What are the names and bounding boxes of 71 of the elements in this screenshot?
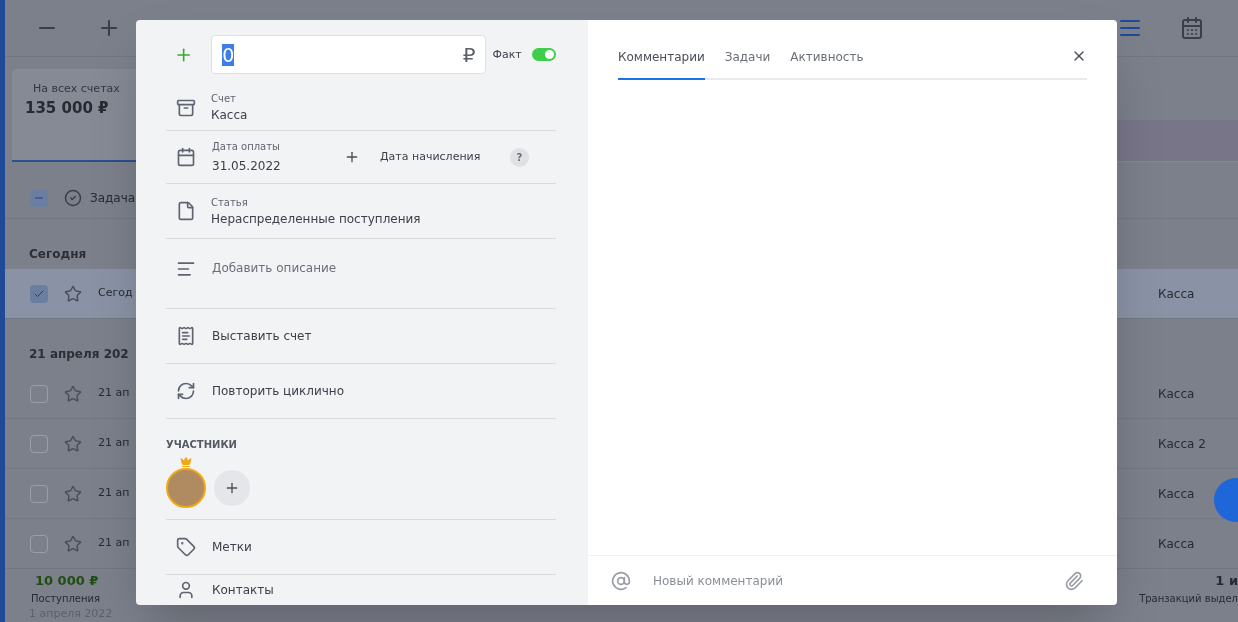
tab[interactable]: Комментарии — [618, 48, 705, 80]
field-label: Дата оплаты — [212, 140, 281, 154]
add-participant-button[interactable] — [214, 469, 250, 506]
star-icon[interactable] — [64, 534, 82, 553]
tab[interactable]: Задачи — [724, 48, 771, 80]
calendar-icon — [176, 147, 196, 167]
description-field[interactable]: Добавить описание — [212, 259, 556, 278]
plus-icon[interactable] — [344, 149, 360, 165]
balance-label: На всех счетах — [33, 80, 121, 97]
field-value: Нераспределенные поступления — [211, 210, 421, 228]
account-cell-text: Касса 2 — [1158, 435, 1207, 453]
help-button[interactable]: ? — [510, 147, 529, 167]
check-circle-icon — [64, 189, 82, 208]
row-text: Сегод — [98, 285, 133, 302]
checkbox[interactable] — [30, 384, 48, 403]
amount-field[interactable]: 0 ₽ — [211, 35, 487, 75]
account-cell-text: Касса — [1158, 285, 1196, 303]
tag-icon — [176, 537, 196, 558]
star-icon[interactable] — [64, 434, 82, 453]
mention-icon[interactable] — [611, 570, 631, 591]
accrual-date-button[interactable]: Дата начисления — [380, 148, 510, 166]
select-all-checkbox[interactable] — [30, 189, 48, 208]
income-label: Поступления — [31, 591, 101, 606]
amount-value[interactable]: 0 — [222, 43, 235, 66]
field-value: Касса — [211, 107, 248, 125]
action-link[interactable]: Метки — [212, 538, 252, 557]
comment-field[interactable]: Новый комментарий — [653, 571, 1064, 590]
group-title: Сегодня — [28, 246, 88, 263]
fact-toggle[interactable] — [531, 48, 556, 62]
fact-label: Факт — [492, 46, 522, 63]
receipt-icon — [176, 325, 196, 346]
cash-register-icon — [176, 97, 196, 118]
account-cell-text: Касса — [1158, 535, 1196, 553]
paperclip-icon[interactable] — [1064, 570, 1084, 591]
refresh-icon — [176, 380, 196, 401]
calendar-icon[interactable] — [1180, 15, 1204, 40]
star-icon[interactable] — [64, 484, 82, 503]
action-link[interactable]: Выставить счет — [212, 326, 312, 345]
star-icon[interactable] — [64, 384, 82, 403]
action-link[interactable]: Контакты — [212, 581, 274, 600]
action-link[interactable]: Повторить циклично — [212, 381, 345, 400]
star-icon[interactable] — [64, 284, 82, 303]
row-text: 21 ап — [98, 385, 130, 402]
selected-label: Транзакций выдел — [1139, 591, 1238, 606]
avatar[interactable] — [166, 467, 206, 508]
field-label: Счет — [211, 92, 237, 107]
account-cell-text: Касса — [1158, 385, 1196, 403]
account-cell-text: Касса — [1158, 485, 1196, 503]
field-label: Статья — [211, 195, 249, 210]
row-text: 21 ап — [98, 485, 130, 502]
category-field[interactable]: Статья Нераспределенные поступления — [166, 184, 556, 240]
checkbox[interactable] — [30, 534, 48, 553]
participants-title: УЧАСТНИКИ — [166, 437, 238, 452]
income-amount: 10 000 ₽ — [35, 572, 100, 590]
payment-date-field[interactable]: Дата оплаты 31.05.2022 — [212, 139, 342, 175]
row-text: 21 ап — [98, 435, 130, 452]
tab[interactable]: Активность — [790, 48, 864, 80]
selected-count: 1 и — [1215, 572, 1238, 590]
task-label[interactable]: Задача — [90, 189, 136, 208]
crown-icon — [177, 455, 195, 468]
account-field[interactable]: Счет Касса — [166, 85, 556, 131]
checkbox[interactable] — [30, 484, 48, 503]
balance-amount: 135 000 ₽ — [25, 98, 110, 120]
checkbox[interactable] — [30, 284, 48, 303]
person-icon — [176, 580, 196, 601]
currency-sign: ₽ — [462, 41, 476, 69]
checkbox[interactable] — [30, 434, 48, 453]
row-text: 21 ап — [98, 535, 130, 552]
group-title: 21 апреля 202 — [28, 346, 130, 363]
field-value: 31.05.2022 — [212, 158, 282, 175]
document-icon — [176, 201, 196, 222]
